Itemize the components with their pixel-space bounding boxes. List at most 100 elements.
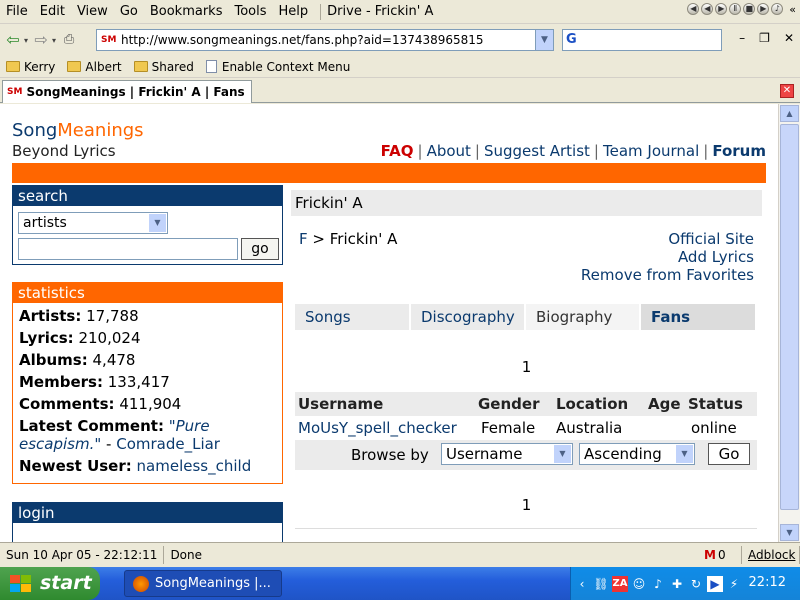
tab-songs[interactable]: Songs xyxy=(295,304,411,330)
login-panel: login xyxy=(12,502,283,542)
chevron-down-icon[interactable]: ▼ xyxy=(149,214,166,232)
tray-expand-icon[interactable]: ‹ xyxy=(574,576,590,592)
print-icon[interactable]: ⎙ xyxy=(58,29,80,51)
url-input[interactable]: http://www.songmeanings.net/fans.php?aid… xyxy=(121,33,535,47)
menu-edit[interactable]: Edit xyxy=(34,4,71,19)
menu-bookmarks[interactable]: Bookmarks xyxy=(144,4,229,19)
column-gender: Gender xyxy=(475,392,553,416)
stat-members: Members: 133,417 xyxy=(19,373,170,391)
pagination-bottom[interactable]: 1 xyxy=(291,496,762,514)
breadcrumb-letter-link[interactable]: F xyxy=(299,230,308,248)
media-rewind-icon[interactable]: ◀ xyxy=(701,3,714,15)
nav-suggest-artist[interactable]: Suggest Artist xyxy=(484,142,590,160)
messenger-icon[interactable]: ☺ xyxy=(631,576,647,592)
fan-username-link[interactable]: MoUsY_spell_checker xyxy=(295,416,475,440)
taskbar-item-songmeanings[interactable]: SongMeanings |... xyxy=(124,570,282,597)
statistics-header: statistics xyxy=(13,283,282,303)
latest-comment-user-link[interactable]: Comrade_Liar xyxy=(116,435,220,453)
gmail-notifier[interactable]: M0 xyxy=(698,546,742,564)
bookmark-albert[interactable]: Albert xyxy=(67,60,122,74)
stat-albums: Albums: 4,478 xyxy=(19,351,136,369)
search-go-button[interactable]: go xyxy=(241,238,279,260)
chevron-down-icon[interactable]: ▼ xyxy=(676,445,693,463)
system-tray: ‹ ⛓ ZA ☺ ♪ ✚ ↻ ▶ ⚡ 22:12 xyxy=(570,567,800,600)
start-button[interactable]: start xyxy=(0,567,100,600)
media-prev-icon[interactable]: ◀ xyxy=(687,3,700,15)
media-pause-icon[interactable]: Ⅱ xyxy=(729,3,742,15)
tab-fans[interactable]: Fans xyxy=(641,304,757,330)
minimize-icon[interactable]: – xyxy=(739,31,745,45)
scroll-down-icon[interactable]: ▼ xyxy=(780,524,799,541)
media-volume-icon[interactable]: ♪ xyxy=(771,3,784,15)
menu-bar: File Edit View Go Bookmarks Tools Help D… xyxy=(0,0,800,24)
google-icon[interactable]: G xyxy=(566,32,577,47)
antivirus-icon[interactable]: ✚ xyxy=(669,576,685,592)
media-stop-icon[interactable]: ■ xyxy=(743,3,756,15)
stat-lyrics: Lyrics: 210,024 xyxy=(19,329,141,347)
tab-discography[interactable]: Discography xyxy=(411,304,526,330)
browse-sort-select[interactable]: Username ▼ xyxy=(441,443,573,465)
search-input[interactable] xyxy=(18,238,238,260)
sync-icon[interactable]: ↻ xyxy=(688,576,704,592)
menu-file[interactable]: File xyxy=(0,4,34,19)
nav-about[interactable]: About xyxy=(427,142,471,160)
scroll-thumb[interactable] xyxy=(780,124,799,510)
scroll-up-icon[interactable]: ▲ xyxy=(780,105,799,122)
chevron-down-icon[interactable]: ▼ xyxy=(554,445,571,463)
volume-icon[interactable]: ♪ xyxy=(650,576,666,592)
login-header: login xyxy=(13,503,282,523)
media-chevron-icon[interactable]: « xyxy=(789,3,796,16)
folder-icon xyxy=(6,61,20,72)
close-window-icon[interactable]: ✕ xyxy=(784,31,794,45)
add-lyrics-link[interactable]: Add Lyrics xyxy=(581,248,754,266)
close-tab-icon[interactable]: ✕ xyxy=(780,84,794,98)
restore-icon[interactable]: ❐ xyxy=(759,31,770,45)
url-dropdown-icon[interactable]: ▼ xyxy=(535,30,553,50)
forward-dropdown-icon[interactable]: ▾ xyxy=(52,36,56,45)
media-player-icon[interactable]: ▶ xyxy=(707,575,723,592)
browse-order-select[interactable]: Ascending ▼ xyxy=(579,443,695,465)
bookmark-shared[interactable]: Shared xyxy=(133,60,194,74)
power-icon[interactable]: ⚡ xyxy=(726,576,742,592)
tab-songmeanings[interactable]: SM SongMeanings | Frickin' A | Fans xyxy=(2,80,252,103)
media-play-icon[interactable]: ▶ xyxy=(715,3,728,15)
bookmarks-bar: Kerry Albert Shared Enable Context Menu xyxy=(0,56,800,78)
url-bar[interactable]: SM http://www.songmeanings.net/fans.php?… xyxy=(96,29,554,51)
nav-forum[interactable]: Forum xyxy=(712,142,766,160)
newest-user-link[interactable]: nameless_child xyxy=(137,457,252,475)
artist-tabs: Songs Discography Biography Fans xyxy=(295,304,757,330)
window-title: Drive - Frickin' A xyxy=(327,4,434,19)
adblock-button[interactable]: Adblock xyxy=(742,546,800,564)
browse-go-button[interactable]: Go xyxy=(708,443,750,465)
remove-favorites-link[interactable]: Remove from Favorites xyxy=(581,266,754,284)
nav-team-journal[interactable]: Team Journal xyxy=(603,142,699,160)
bookmark-enable-context-menu[interactable]: Enable Context Menu xyxy=(205,60,350,74)
menu-tools[interactable]: Tools xyxy=(228,4,272,19)
media-next-icon[interactable]: ▶ xyxy=(757,3,770,15)
official-site-link[interactable]: Official Site xyxy=(581,230,754,248)
taskbar: start SongMeanings |... ‹ ⛓ ZA ☺ ♪ ✚ ↻ ▶… xyxy=(0,567,800,600)
tab-bar: SM SongMeanings | Frickin' A | Fans ✕ xyxy=(0,79,800,103)
network-icon[interactable]: ⛓ xyxy=(593,576,609,592)
menu-help[interactable]: Help xyxy=(273,4,315,19)
status-bar: Sun 10 Apr 05 - 22:12:11 Done M0 Adblock xyxy=(0,542,800,566)
column-username: Username xyxy=(295,392,475,416)
statistics-panel: statistics Artists: 17,788 Lyrics: 210,0… xyxy=(12,282,283,484)
tab-title: SongMeanings | Frickin' A | Fans xyxy=(26,85,245,99)
back-icon[interactable]: ⇦ xyxy=(2,29,24,51)
search-type-select[interactable]: artists ▼ xyxy=(18,212,168,234)
search-engine-box[interactable]: G xyxy=(562,29,722,51)
vertical-scrollbar[interactable]: ▲ ▼ xyxy=(778,104,800,542)
menu-go[interactable]: Go xyxy=(114,4,144,19)
fan-age xyxy=(645,416,685,440)
back-dropdown-icon[interactable]: ▾ xyxy=(24,36,28,45)
menu-view[interactable]: View xyxy=(71,4,114,19)
zonealarm-icon[interactable]: ZA xyxy=(612,575,628,592)
forward-icon[interactable]: ⇨ xyxy=(30,29,52,51)
bookmark-kerry[interactable]: Kerry xyxy=(6,60,55,74)
tab-biography[interactable]: Biography xyxy=(526,304,641,330)
pagination-top[interactable]: 1 xyxy=(291,358,762,376)
site-logo[interactable]: SongMeanings xyxy=(12,120,144,141)
fans-table: Username Gender Location Age Status MoUs… xyxy=(295,392,757,440)
nav-faq[interactable]: FAQ xyxy=(381,142,414,160)
